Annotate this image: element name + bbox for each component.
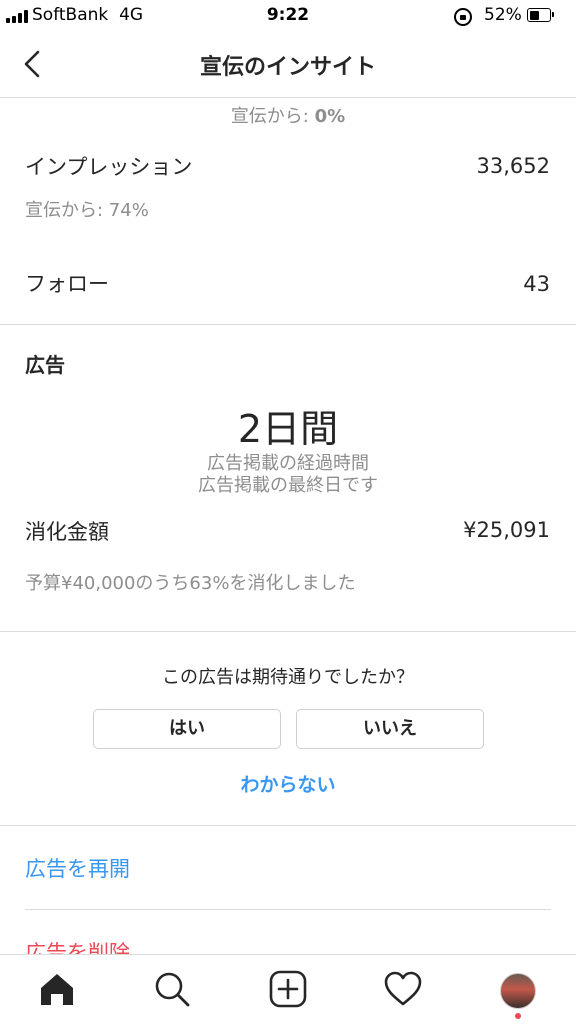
divider	[0, 631, 576, 632]
divider	[25, 909, 551, 910]
battery-fill	[529, 10, 539, 20]
tab-activity[interactable]	[383, 969, 423, 1009]
new-post-icon	[269, 970, 307, 1008]
promotion-share-line: 宣伝から: 0%	[0, 102, 576, 128]
divider	[0, 825, 576, 826]
delete-ad-link[interactable]: 広告を削除	[25, 937, 130, 954]
feedback-yes-button[interactable]: はい	[93, 709, 281, 749]
tab-search[interactable]	[152, 969, 192, 1009]
resume-ad-link[interactable]: 広告を再開	[25, 853, 130, 883]
promotion-share-label: 宣伝から:	[230, 106, 315, 127]
ad-section-title: 広告	[25, 353, 65, 377]
feedback-unsure-button[interactable]: わからない	[0, 770, 576, 797]
status-bar: SoftBank 4G 9:22 52%	[0, 0, 576, 34]
ad-duration: 2日間	[237, 407, 339, 451]
tab-home[interactable]	[37, 969, 77, 1009]
profile-avatar[interactable]	[500, 973, 536, 1009]
notification-dot	[515, 1013, 521, 1019]
follows-label: フォロー	[25, 272, 109, 296]
orientation-lock-icon	[454, 8, 472, 26]
ad-end-caption: 広告掲載の最終日です	[198, 475, 378, 496]
nav-header: 宣伝のインサイト	[0, 34, 576, 98]
tab-new-post[interactable]	[268, 969, 308, 1009]
battery-icon	[527, 8, 554, 22]
spend-label: 消化金額	[25, 520, 109, 544]
tab-bar	[0, 954, 576, 1024]
activity-heart-icon	[384, 971, 422, 1006]
feedback-no-button[interactable]: いいえ	[296, 709, 484, 749]
spend-value: ¥25,091	[463, 518, 550, 542]
home-icon	[41, 974, 73, 1005]
follows-value: 43	[523, 272, 550, 296]
feedback-question: この広告は期待通りでしたか？	[162, 667, 414, 688]
impressions-sub: 宣伝から: 74%	[25, 200, 149, 221]
battery-percent: 52%	[484, 5, 522, 25]
divider	[0, 324, 576, 325]
promotion-share-value: 0%	[314, 106, 346, 127]
insights-content[interactable]: 宣伝から: 0% インプレッション 33,652 宣伝から: 74% フォロー …	[0, 98, 576, 954]
impressions-label: インプレッション	[25, 155, 193, 179]
budget-note: 予算¥40,000のうち63%を消化しました	[25, 573, 356, 594]
impressions-value: 33,652	[476, 154, 550, 178]
search-icon	[155, 972, 190, 1007]
page-title: 宣伝のインサイト	[199, 55, 376, 80]
